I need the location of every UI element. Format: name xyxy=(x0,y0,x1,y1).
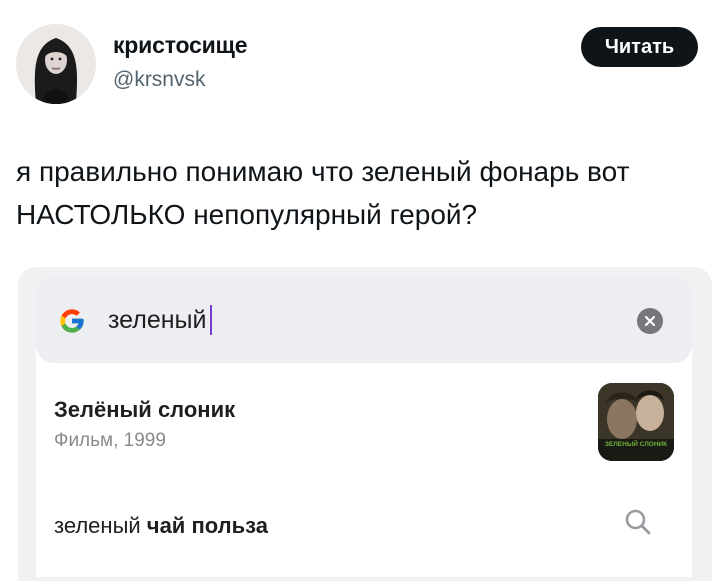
movie-thumbnail[interactable]: ЗЕЛЕНЫЙ СЛОНИК xyxy=(598,383,674,461)
search-panel: зеленый Зелёный слоник Фильм, 1999 ЗЕЛЕН… xyxy=(36,277,692,577)
avatar[interactable] xyxy=(16,24,96,104)
avatar-photo xyxy=(16,24,96,104)
search-icon[interactable] xyxy=(623,507,653,537)
follow-button[interactable]: Читать xyxy=(581,27,698,67)
tweet-text: я правильно понимаю что зеленый фонарь в… xyxy=(16,156,630,230)
thumbnail-caption: ЗЕЛЕНЫЙ СЛОНИК xyxy=(605,439,667,448)
suggestion-completion: чай польза xyxy=(146,513,269,538)
attached-screenshot[interactable]: зеленый Зелёный слоник Фильм, 1999 ЗЕЛЕН… xyxy=(18,267,712,581)
clear-icon[interactable] xyxy=(637,308,663,334)
text-cursor xyxy=(209,305,212,335)
display-name[interactable]: кристосище xyxy=(113,32,248,59)
suggestion-subtitle: Фильм, 1999 xyxy=(54,430,166,451)
suggestion-prefix: зеленый xyxy=(54,513,141,538)
suggestion-title[interactable]: Зелёный слоник xyxy=(54,397,235,423)
suggestion-item[interactable]: зеленый чай польза xyxy=(54,513,268,539)
search-bar[interactable]: зеленый xyxy=(36,277,692,363)
google-g-icon xyxy=(58,307,86,335)
search-query-text: зеленый xyxy=(108,305,207,334)
tweet-header: кристосище @krsnvsk Читать xyxy=(0,0,728,120)
search-input[interactable]: зеленый xyxy=(108,305,212,335)
user-handle[interactable]: @krsnvsk xyxy=(113,68,206,92)
